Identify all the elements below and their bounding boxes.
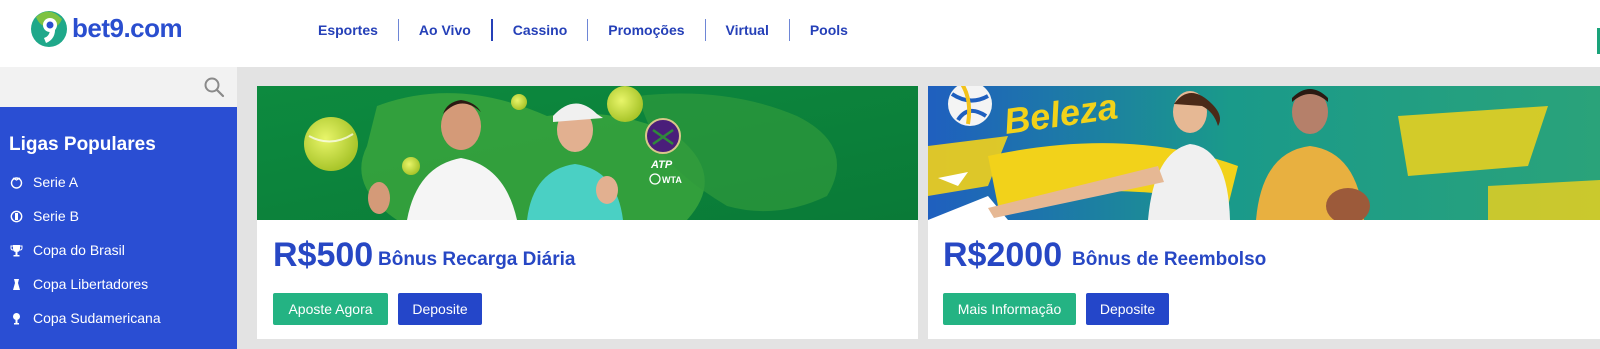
promo-banner-volleyball[interactable]: Beleza <box>928 86 1600 220</box>
volleyball-banner-image: Beleza <box>928 86 1600 220</box>
bet-now-button[interactable]: Aposte Agora <box>273 293 388 325</box>
bonus-title: Bônus de Reembolso <box>1072 249 1267 270</box>
trophy-icon <box>9 243 23 257</box>
nav-cassino[interactable]: Cassino <box>493 19 589 41</box>
sidebar-item-copa-do-brasil[interactable]: Copa do Brasil <box>9 240 125 260</box>
league-label: Copa Sudamericana <box>33 310 161 326</box>
bonus-amount: R$500 <box>273 236 374 274</box>
sidebar-item-serie-a[interactable]: Serie A <box>9 172 78 192</box>
serie-b-icon <box>9 209 23 223</box>
league-label: Copa do Brasil <box>33 242 125 258</box>
search-input[interactable] <box>0 67 237 107</box>
logo-text: bet9.com <box>72 12 183 43</box>
libertadores-icon <box>9 277 23 291</box>
nav-esportes[interactable]: Esportes <box>298 19 399 41</box>
top-header: bet9.com Esportes Ao Vivo Cassino Promoç… <box>0 0 1600 67</box>
league-label: Copa Libertadores <box>33 276 149 292</box>
sidebar-item-copa-libertadores[interactable]: Copa Libertadores <box>9 274 148 294</box>
league-label: Serie B <box>33 208 79 224</box>
serie-a-icon <box>9 175 23 189</box>
sudamericana-icon <box>9 311 23 325</box>
nav-virtual[interactable]: Virtual <box>706 19 790 41</box>
promo-card-daily-reload: ATP WTA R$500 Bônus Recarga Diária Apost… <box>257 86 918 339</box>
search-icon[interactable] <box>203 76 225 98</box>
bet9-logo[interactable]: bet9.com <box>28 7 183 49</box>
atp-logo: ATP <box>650 159 673 171</box>
deposit-button[interactable]: Deposite <box>1086 293 1169 325</box>
bet9-logo-icon <box>31 11 67 47</box>
bonus-title: Bônus Recarga Diária <box>378 249 576 270</box>
tennis-banner-image: ATP WTA <box>257 86 918 220</box>
promo-banner-tennis[interactable]: ATP WTA <box>257 86 918 220</box>
nav-promocoes[interactable]: Promoções <box>588 19 706 41</box>
nav-ao-vivo[interactable]: Ao Vivo <box>399 19 493 41</box>
sidebar: Ligas Populares Serie A Serie B Copa do … <box>0 107 237 349</box>
main-nav: Esportes Ao Vivo Cassino Promoções Virtu… <box>298 18 868 42</box>
sidebar-item-serie-b[interactable]: Serie B <box>9 206 79 226</box>
promo-card-cashback: Beleza R$2000 Bônus de Reembolso Mais In… <box>928 86 1600 339</box>
nav-pools[interactable]: Pools <box>790 19 868 41</box>
sidebar-title: Ligas Populares <box>9 134 156 155</box>
sidebar-item-copa-sudamericana[interactable]: Copa Sudamericana <box>9 308 161 328</box>
league-label: Serie A <box>33 174 79 190</box>
wta-logo: WTA <box>662 175 682 185</box>
more-info-button[interactable]: Mais Informação <box>943 293 1076 325</box>
deposit-button[interactable]: Deposite <box>398 293 482 325</box>
bonus-amount: R$2000 <box>943 236 1063 274</box>
